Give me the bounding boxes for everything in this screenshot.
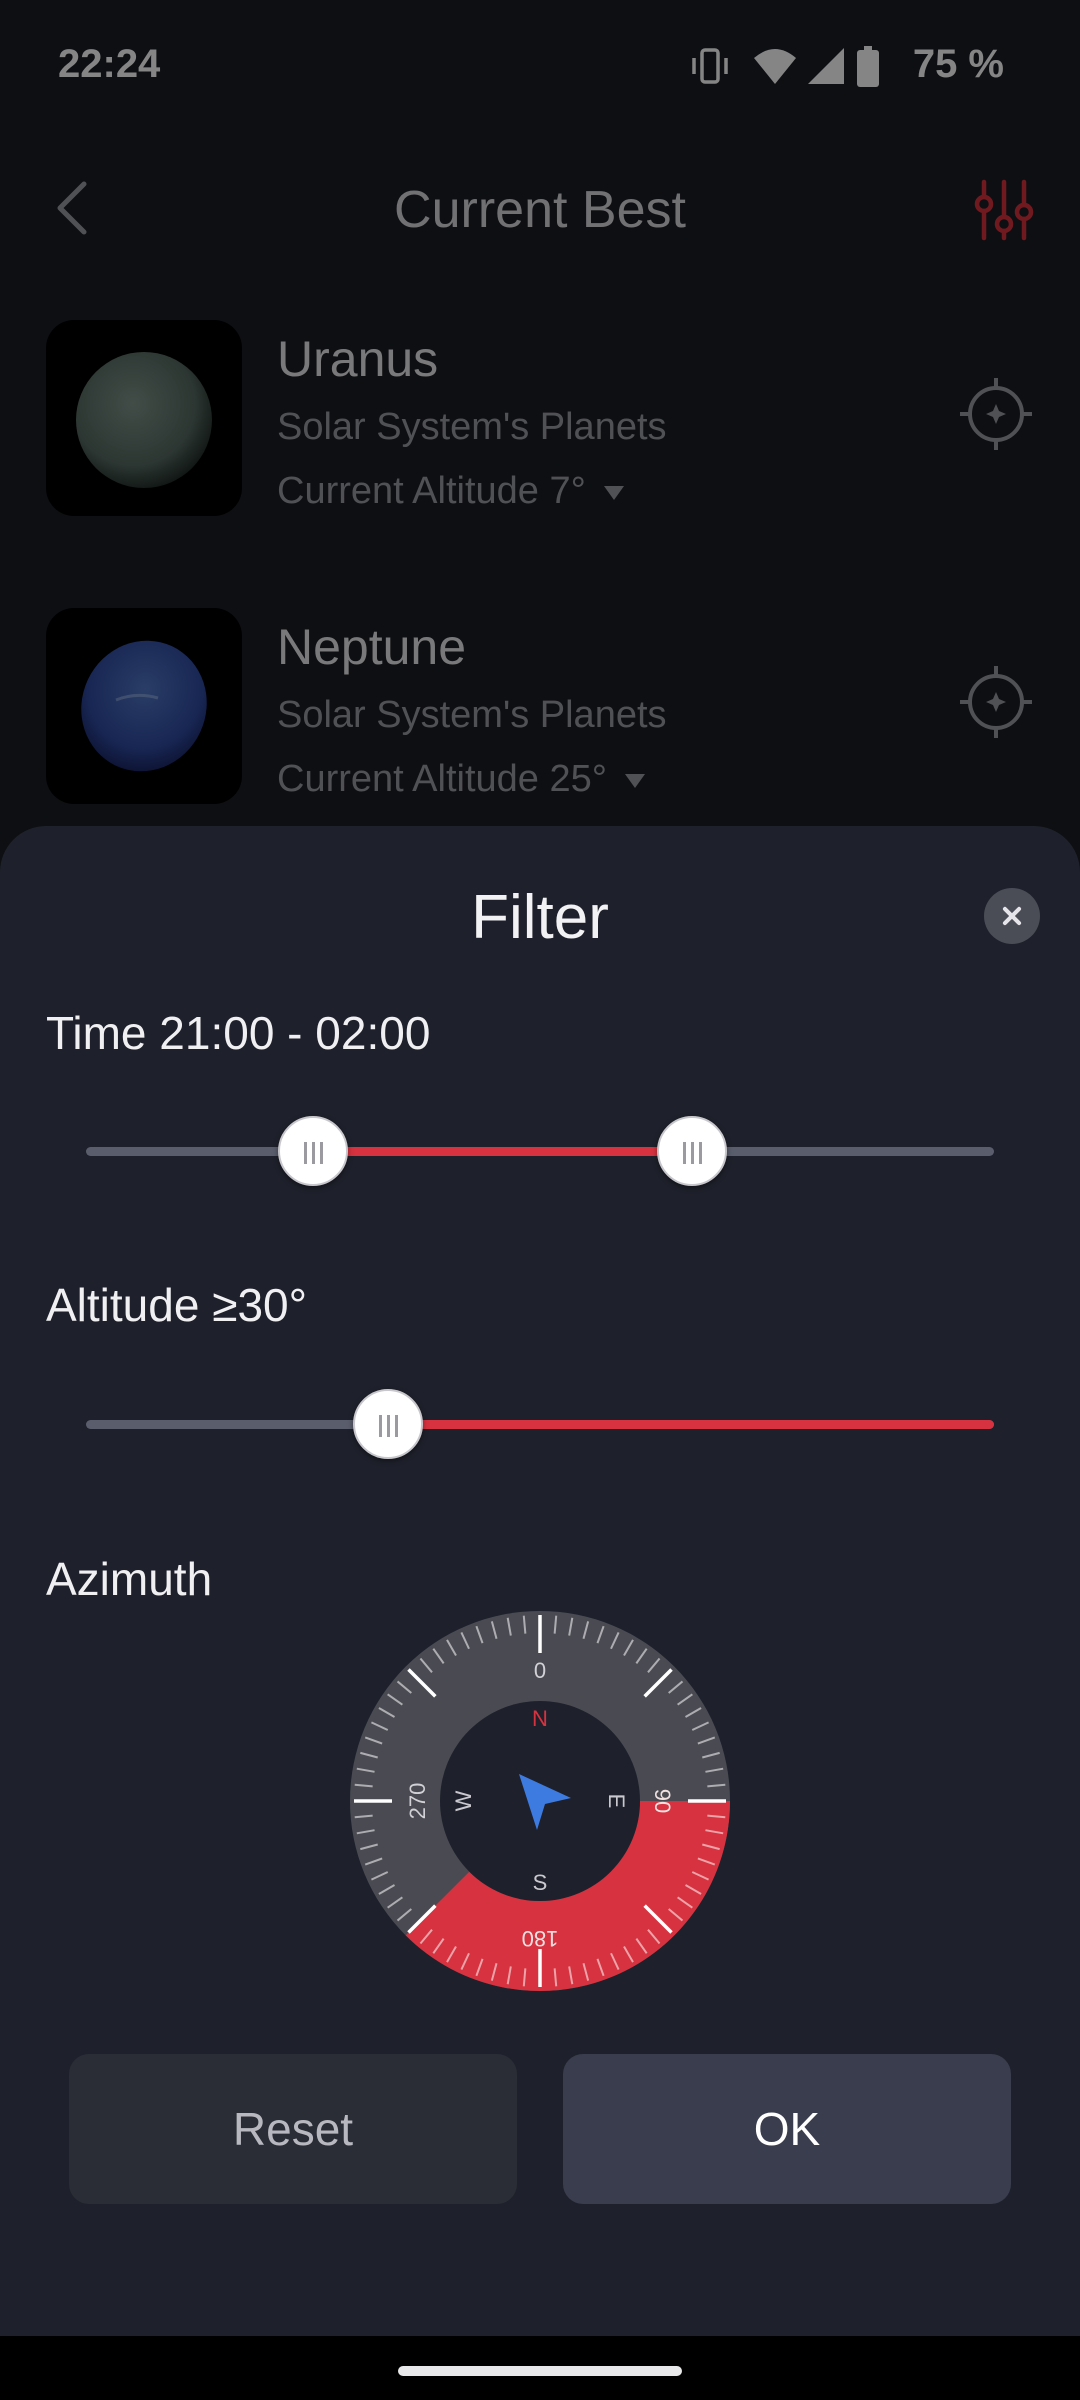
degree-label-180: 180	[522, 1926, 559, 1951]
slider-fill	[388, 1420, 994, 1429]
ok-button[interactable]: OK	[563, 2054, 1011, 2204]
azimuth-label: Azimuth	[46, 1553, 213, 1605]
sheet-title: Filter	[471, 883, 609, 952]
cardinal-w: W	[451, 1790, 476, 1811]
home-indicator[interactable]	[398, 2366, 682, 2376]
altitude-handle[interactable]	[353, 1389, 424, 1459]
time-label: Time 21:00 - 02:00	[46, 1007, 431, 1059]
screen: 22:24 75 % Current Best Uranus Solar Sys…	[0, 0, 1080, 2400]
degree-label-0: 0	[534, 1658, 546, 1683]
time-range-slider[interactable]	[86, 1116, 994, 1186]
altitude-slider[interactable]	[86, 1389, 994, 1459]
reset-button[interactable]: Reset	[69, 2054, 517, 2204]
time-start-handle[interactable]	[278, 1116, 348, 1186]
cardinal-s: S	[533, 1870, 548, 1895]
cardinal-n: N	[532, 1706, 548, 1731]
nav-bar	[0, 2336, 1080, 2400]
time-end-handle[interactable]	[656, 1116, 727, 1186]
slider-fill	[313, 1147, 692, 1156]
azimuth-dial[interactable]: 0 90 180 270 N E S W	[347, 1608, 733, 1994]
degree-label-90: 90	[650, 1789, 675, 1813]
close-icon[interactable]	[984, 888, 1040, 944]
cardinal-e: E	[604, 1794, 629, 1809]
degree-label-270: 270	[405, 1783, 430, 1820]
altitude-label: Altitude ≥30°	[46, 1279, 308, 1331]
